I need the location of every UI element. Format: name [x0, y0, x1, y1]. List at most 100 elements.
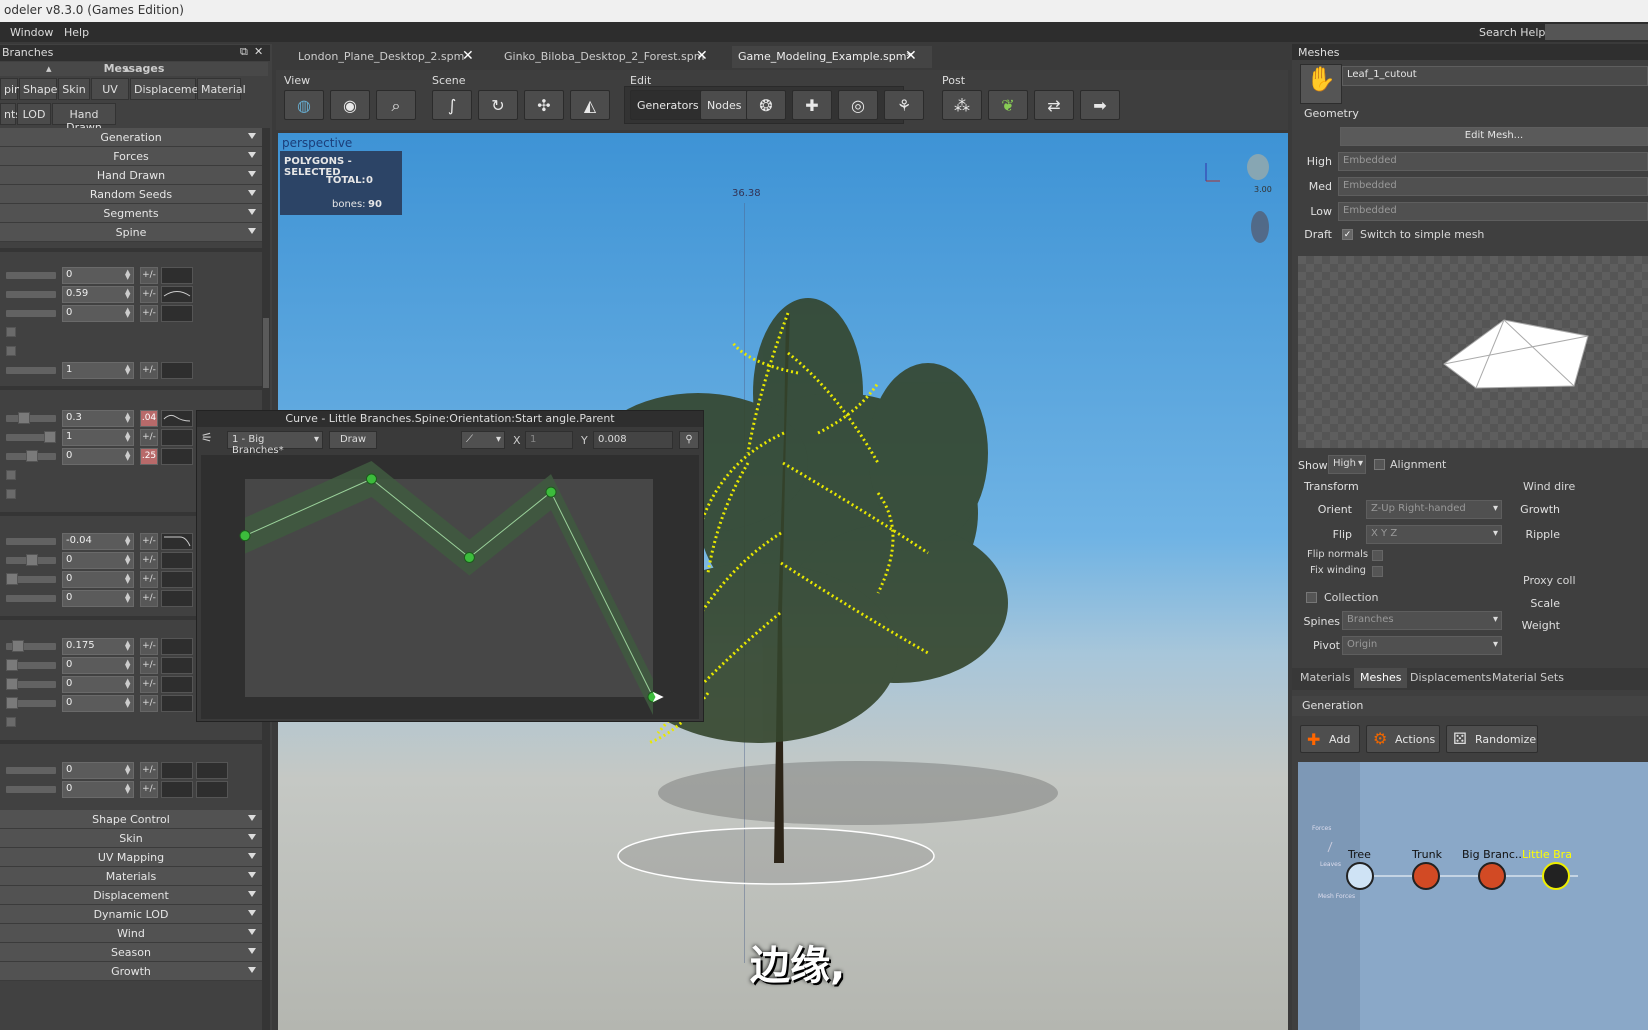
- leaf-button[interactable]: ❦: [988, 90, 1028, 120]
- param-spinner[interactable]: -0.04 ▲ ▼: [62, 533, 134, 550]
- rollout-displacement[interactable]: Displacement: [0, 886, 262, 905]
- variance-button[interactable]: +/-: [140, 695, 158, 712]
- tab-displacements[interactable]: Displacements: [1404, 668, 1497, 688]
- checkbox[interactable]: [6, 346, 16, 356]
- export-button[interactable]: ⇄: [1034, 90, 1074, 120]
- slider-knob[interactable]: [6, 678, 18, 690]
- doc-tab-ginko-biloba[interactable]: Ginko_Biloba_Desktop_2_Forest.spm: [498, 46, 711, 68]
- param-slider[interactable]: [6, 367, 56, 374]
- tree-node-icon[interactable]: [1346, 862, 1374, 890]
- add-node-button[interactable]: ✚: [792, 90, 832, 120]
- tab-lod[interactable]: LOD: [17, 103, 51, 125]
- lod-high-field[interactable]: Embedded: [1338, 152, 1648, 171]
- spines-dropdown[interactable]: Branches ▾: [1342, 611, 1502, 630]
- generator-graph[interactable]: Forces Leaves Mesh Forces Tree Trunk Big B…: [1298, 762, 1648, 1030]
- variance-button[interactable]: .25: [140, 448, 158, 465]
- rollout-shape-control[interactable]: Shape Control: [0, 810, 262, 829]
- tab-materials[interactable]: Materials: [1294, 668, 1356, 688]
- rollout-spine[interactable]: Spine: [0, 223, 262, 242]
- variance-button[interactable]: +/-: [140, 552, 158, 569]
- rollout-season[interactable]: Season: [0, 943, 262, 962]
- tab-skin[interactable]: Skin: [58, 78, 90, 100]
- leaf-edit-button[interactable]: ❂: [746, 90, 786, 120]
- checkbox[interactable]: [6, 327, 16, 337]
- hand-icon[interactable]: ✋: [1300, 64, 1342, 104]
- curve-control-point[interactable]: [365, 473, 377, 485]
- curve-source-dropdown[interactable]: 1 - Big Branches* ▾: [227, 431, 323, 456]
- orient-dropdown[interactable]: Z-Up Right-handed ▾: [1366, 500, 1502, 519]
- param-spinner[interactable]: 0 ▲ ▼: [62, 781, 134, 798]
- close-icon[interactable]: ✕: [462, 48, 474, 64]
- messages-bar[interactable]: ▴ Messages ▴: [0, 62, 268, 76]
- curve-button[interactable]: [161, 448, 193, 465]
- param-slider[interactable]: [6, 786, 56, 793]
- tab-hand-drawn[interactable]: Hand Drawn: [52, 103, 116, 134]
- variance-button[interactable]: +/-: [140, 781, 158, 798]
- param-slider[interactable]: [6, 310, 56, 317]
- slider-knob[interactable]: [26, 554, 38, 566]
- param-spinner[interactable]: 0 ▲ ▼: [62, 571, 134, 588]
- param-slider[interactable]: [6, 538, 56, 545]
- curve-tool-button[interactable]: ∫: [432, 90, 472, 120]
- slider-knob[interactable]: [6, 659, 18, 671]
- menu-help[interactable]: Help: [64, 26, 89, 39]
- checkbox[interactable]: [6, 470, 16, 480]
- curve-control-point[interactable]: [545, 486, 557, 498]
- param-slider[interactable]: [6, 415, 56, 422]
- curve-button[interactable]: [161, 676, 193, 693]
- curve-button[interactable]: [161, 638, 193, 655]
- menu-window[interactable]: Window: [10, 26, 53, 39]
- curve-button[interactable]: [161, 533, 193, 550]
- fix-winding-checkbox[interactable]: [1372, 566, 1383, 577]
- doc-tab-game-modeling[interactable]: Game_Modeling_Example.spm*: [732, 46, 932, 68]
- variance-button[interactable]: +/-: [140, 657, 158, 674]
- curve-button[interactable]: [161, 552, 193, 569]
- globe-view-button[interactable]: ◍: [284, 90, 324, 120]
- zoom-button[interactable]: ⌕: [376, 90, 416, 120]
- add-generator-button[interactable]: ✚ Add: [1300, 725, 1360, 753]
- slider-knob[interactable]: [26, 450, 38, 462]
- rollout-dynamic-lod[interactable]: Dynamic LOD: [0, 905, 262, 924]
- tab-material[interactable]: Material: [197, 78, 246, 100]
- param-slider[interactable]: [6, 767, 56, 774]
- curve-button[interactable]: [161, 762, 193, 779]
- curve-button[interactable]: [161, 429, 193, 446]
- search-help-input[interactable]: [1545, 24, 1648, 40]
- show-dropdown[interactable]: High ▾: [1328, 455, 1366, 474]
- tab-nts[interactable]: nts: [0, 103, 21, 125]
- param-slider[interactable]: [6, 272, 56, 279]
- curve-button[interactable]: [161, 410, 193, 427]
- float-icon[interactable]: ⧉: [240, 45, 248, 59]
- curve-button[interactable]: [161, 305, 193, 322]
- curve-button[interactable]: [161, 267, 193, 284]
- curve-button[interactable]: [161, 590, 193, 607]
- curve-button-2[interactable]: [196, 762, 228, 779]
- orbit-button[interactable]: ◉: [330, 90, 370, 120]
- curve-button-2[interactable]: [196, 781, 228, 798]
- param-spinner[interactable]: 0 ▲ ▼: [62, 762, 134, 779]
- curve-button[interactable]: [161, 695, 193, 712]
- light-tool-button[interactable]: ◭: [570, 90, 610, 120]
- x-value-field[interactable]: 1: [525, 431, 573, 449]
- curve-control-point[interactable]: [463, 551, 475, 563]
- y-value-field[interactable]: 0.008: [593, 431, 673, 449]
- mesh-preview[interactable]: [1298, 256, 1648, 448]
- draft-checkbox[interactable]: ✓: [1342, 229, 1353, 240]
- rollout-materials[interactable]: Materials: [0, 867, 262, 886]
- fan-tool-button[interactable]: ✣: [524, 90, 564, 120]
- curve-button[interactable]: [161, 571, 193, 588]
- pivot-dropdown[interactable]: Origin ▾: [1342, 636, 1502, 655]
- close-icon[interactable]: ✕: [254, 45, 263, 58]
- curve-button[interactable]: [161, 781, 193, 798]
- big-branches-node-icon[interactable]: [1478, 862, 1506, 890]
- curve-control-point[interactable]: [239, 530, 251, 542]
- curve-canvas[interactable]: [201, 455, 699, 719]
- rollout-uv-mapping[interactable]: UV Mapping: [0, 848, 262, 867]
- param-slider[interactable]: [6, 595, 56, 602]
- alignment-checkbox[interactable]: [1374, 459, 1385, 470]
- randomize-button[interactable]: ⚄ Randomize: [1446, 725, 1538, 753]
- variance-button[interactable]: +/-: [140, 638, 158, 655]
- nodes-button[interactable]: Nodes: [700, 90, 749, 120]
- curve-graph[interactable]: [201, 455, 699, 719]
- param-spinner[interactable]: 0 ▲ ▼: [62, 305, 134, 322]
